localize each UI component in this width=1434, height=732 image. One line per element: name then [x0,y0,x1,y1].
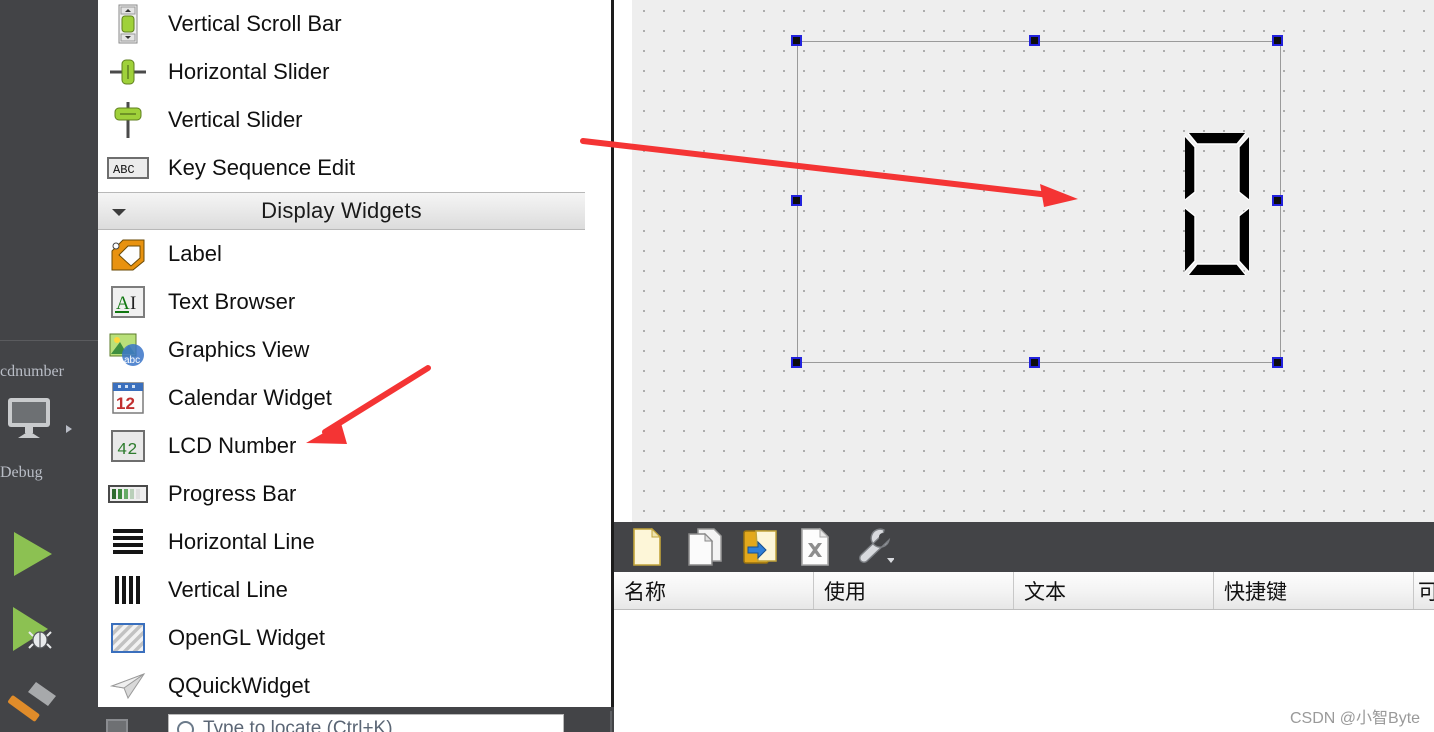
vertical-scroll-bar-icon [106,4,150,44]
locator-divider [610,711,612,732]
widget-item-label: Progress Bar [168,481,297,506]
action-editor-toolbar [614,522,1434,572]
resize-handle-top-center[interactable] [1029,35,1040,46]
section-header-display-widgets[interactable]: Display Widgets [98,192,585,230]
action-editor-panel: 名称 使用 文本 快捷键 可 [614,522,1434,732]
widget-item-label: Vertical Slider [168,107,303,132]
widget-item-opengl-widget[interactable]: OpenGL Widget [98,614,585,662]
kit-name-label: cdnumber [0,363,64,380]
column-header-used[interactable]: 使用 [814,572,1014,609]
widget-item-qquickwidget[interactable]: QQuickWidget [98,662,585,707]
widget-item-progress-bar[interactable]: Progress Bar [98,470,585,518]
svg-text:ABC: ABC [113,163,135,177]
widget-item-label: QQuickWidget [168,673,310,698]
text-browser-icon: A I [106,282,150,322]
resize-handle-top-left[interactable] [791,35,802,46]
debug-button[interactable] [12,605,60,657]
widget-item-lcd-number[interactable]: 42 LCD Number [98,422,585,470]
widget-item-label: Text Browser [168,289,296,314]
svg-text:abc: abc [124,355,140,366]
widget-item-label: Graphics View [168,337,310,362]
column-header-shortcut[interactable]: 快捷键 [1214,572,1414,609]
opengl-widget-icon [106,618,150,658]
column-header-name[interactable]: 名称 [614,572,814,609]
widget-item-label: Horizontal Line [168,529,315,554]
resize-handle-middle-left[interactable] [791,195,802,206]
widget-item-horizontal-line[interactable]: Horizontal Line [98,518,585,566]
svg-text:42: 42 [117,441,137,460]
resize-handle-bottom-right[interactable] [1272,357,1283,368]
locator-placeholder: Type to locate (Ctrl+K) [203,718,393,732]
calendar-widget-icon: 12 [106,378,150,418]
qquickwidget-icon [106,666,150,706]
widget-item-calendar-widget[interactable]: 12 Calendar Widget [98,374,585,422]
widget-item-graphics-view[interactable]: abc Graphics View [98,326,585,374]
widget-item-vertical-slider[interactable]: Vertical Slider [98,96,585,144]
triangle-down-icon [112,209,126,216]
chevron-right-icon[interactable] [66,425,72,433]
key-sequence-edit-icon: ABC [106,148,150,188]
monitor-icon[interactable] [6,396,52,440]
wrench-icon[interactable] [854,527,895,567]
widget-item-label: Calendar Widget [168,385,332,410]
svg-text:A: A [116,293,130,314]
lcd-number-icon: 42 [106,426,150,466]
resize-handle-top-right[interactable] [1272,35,1283,46]
table-header-row: 名称 使用 文本 快捷键 可 [614,572,1434,610]
widget-item-label: Horizontal Slider [168,59,330,84]
column-header-checkable[interactable]: 可 [1414,572,1434,609]
widget-item-vertical-line[interactable]: Vertical Line [98,566,585,614]
label-icon [106,234,150,274]
resize-handle-bottom-left[interactable] [791,357,802,368]
lcd-number-widget[interactable] [1178,128,1256,280]
build-config-label: Debug [0,464,43,481]
build-button[interactable] [8,678,60,730]
widget-list: Vertical Scroll Bar Horizontal Slider Ve… [98,0,585,707]
vertical-line-icon [106,570,150,610]
resize-handle-middle-right[interactable] [1272,195,1283,206]
watermark-label: CSDN @小智Byte [1290,710,1421,727]
locator-input[interactable]: Type to locate (Ctrl+K) [168,714,564,732]
resize-handle-bottom-center[interactable] [1029,357,1040,368]
app-window: cdnumber Debug Vertical Scroll Bar Horiz… [0,0,1434,732]
widget-item-label[interactable]: Label [98,230,585,278]
section-header-label: Display Widgets [261,198,422,223]
horizontal-slider-icon [106,52,150,92]
widget-item-label: LCD Number [168,433,297,458]
copy-icon[interactable] [686,527,726,567]
widget-item-label: Key Sequence Edit [168,155,356,180]
new-action-icon[interactable] [630,527,670,567]
progress-bar-icon [106,474,150,514]
search-icon [177,720,194,732]
svg-text:12: 12 [116,394,135,413]
svg-text:I: I [130,293,136,314]
widget-item-key-sequence-edit[interactable]: ABC Key Sequence Edit [98,144,585,192]
widget-item-label: OpenGL Widget [168,625,325,650]
widget-box-panel: Vertical Scroll Bar Horizontal Slider Ve… [98,0,612,707]
widget-item-vertical-scroll-bar[interactable]: Vertical Scroll Bar [98,0,585,48]
widget-item-horizontal-slider[interactable]: Horizontal Slider [98,48,585,96]
widget-item-text-browser[interactable]: A I Text Browser [98,278,585,326]
widget-item-label: Vertical Scroll Bar [168,11,342,36]
vertical-slider-icon [106,100,150,140]
sidebar-divider [0,340,98,341]
column-header-text[interactable]: 文本 [1014,572,1214,609]
graphics-view-icon: abc [106,330,150,370]
locator-bar: Type to locate (Ctrl+K) [98,707,614,732]
widget-item-label: Label [168,241,222,266]
output-pane-icon[interactable] [106,719,128,732]
run-button[interactable] [12,530,54,578]
widget-item-label: Vertical Line [168,577,288,602]
delete-icon[interactable] [798,527,838,567]
paste-icon[interactable] [742,527,782,567]
horizontal-line-icon [106,522,150,562]
seven-segment-display [1184,132,1250,276]
mode-sidebar: cdnumber Debug [0,0,98,732]
